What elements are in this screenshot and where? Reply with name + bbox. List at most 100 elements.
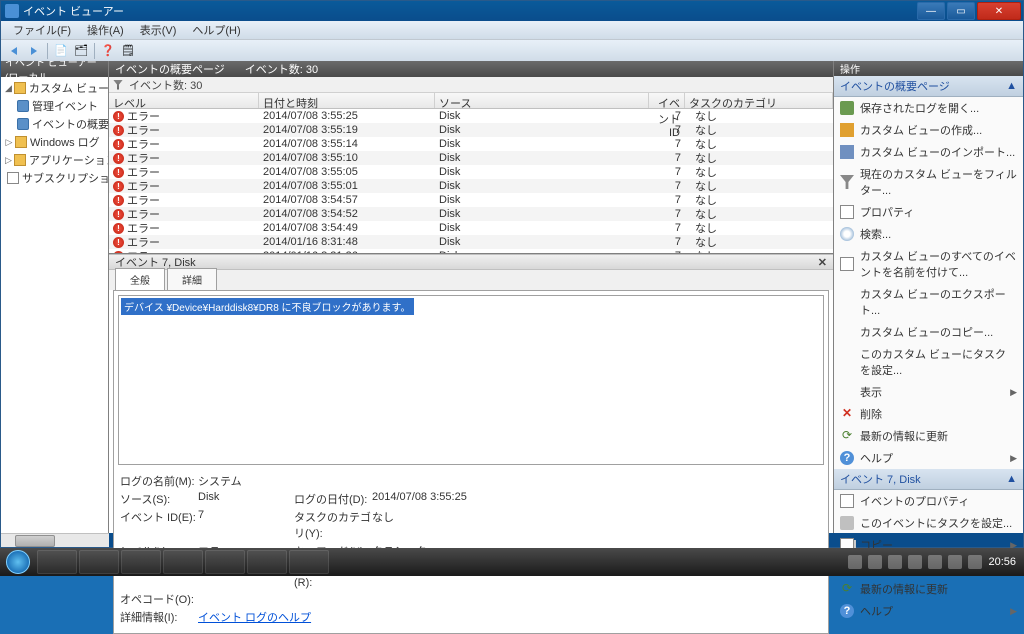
clock[interactable]: 20:56 bbox=[988, 556, 1016, 568]
menu-view[interactable]: 表示(V) bbox=[132, 20, 185, 40]
menu-help[interactable]: ヘルプ(H) bbox=[184, 20, 248, 40]
table-row[interactable]: !エラー2014/01/16 8:31:36Disk7なし bbox=[109, 249, 833, 253]
filter-icon bbox=[17, 118, 29, 130]
col-source[interactable]: ソース bbox=[435, 93, 649, 108]
arrow-right-icon bbox=[31, 47, 37, 55]
folder-icon bbox=[14, 82, 26, 94]
list-body[interactable]: !エラー2014/07/08 3:55:25Disk7なし!エラー2014/07… bbox=[109, 109, 833, 253]
tab-general[interactable]: 全般 bbox=[115, 268, 165, 291]
action-item[interactable]: 保存されたログを開く... bbox=[834, 97, 1023, 119]
main-panel: イベントの概要ページ イベント数: 30 イベント数: 30 レベル 日付と時刻… bbox=[109, 61, 833, 533]
action-item[interactable]: イベントのプロパティ bbox=[834, 490, 1023, 512]
action-item[interactable]: ⟳最新の情報に更新 bbox=[834, 425, 1023, 447]
system-tray[interactable]: 20:56 bbox=[848, 555, 1024, 569]
tree-admin-events[interactable]: 管理イベント bbox=[3, 97, 106, 115]
taskbar-item[interactable] bbox=[163, 550, 203, 574]
action-icon: ⟳ bbox=[840, 429, 854, 443]
action-item[interactable]: 検索... bbox=[834, 223, 1023, 245]
menu-action[interactable]: 操作(A) bbox=[79, 20, 132, 40]
action-item[interactable]: ?ヘルプ▶ bbox=[834, 447, 1023, 469]
minimize-button[interactable]: — bbox=[917, 2, 945, 20]
divider bbox=[47, 43, 48, 59]
col-id[interactable]: イベント ID bbox=[649, 93, 685, 108]
detail-close-button[interactable]: ✕ bbox=[818, 256, 827, 269]
taskbar-item[interactable] bbox=[121, 550, 161, 574]
action-item[interactable]: カスタム ビューの作成... bbox=[834, 119, 1023, 141]
action-item[interactable]: このイベントにタスクを設定... bbox=[834, 512, 1023, 534]
action-icon bbox=[840, 494, 854, 508]
filter-row[interactable]: イベント数: 30 bbox=[109, 77, 833, 93]
taskbar-item[interactable] bbox=[79, 550, 119, 574]
tray-icon[interactable] bbox=[908, 555, 922, 569]
action-item[interactable]: プロパティ bbox=[834, 201, 1023, 223]
actions-section-1[interactable]: イベントの概要ページ▲ bbox=[834, 76, 1023, 97]
windows-orb-icon bbox=[6, 550, 30, 574]
tree-custom-views[interactable]: ◢カスタム ビュー bbox=[3, 79, 106, 97]
tab-detail[interactable]: 詳細 bbox=[167, 268, 217, 290]
action-item[interactable]: このカスタム ビューにタスクを設定... bbox=[834, 343, 1023, 381]
tray-icon[interactable] bbox=[868, 555, 882, 569]
actions-section-2[interactable]: イベント 7, Disk▲ bbox=[834, 469, 1023, 490]
tool-1[interactable]: 📄 bbox=[52, 42, 70, 60]
start-button[interactable] bbox=[0, 548, 36, 576]
page-icon bbox=[7, 172, 19, 184]
tree-subscriptions[interactable]: サブスクリプション bbox=[3, 169, 106, 187]
menubar: ファイル(F) 操作(A) 表示(V) ヘルプ(H) bbox=[1, 21, 1023, 39]
action-item[interactable]: 表示▶ bbox=[834, 381, 1023, 403]
message-text: デバイス ¥Device¥Harddisk8¥DR8 に不良ブロックがあります。 bbox=[121, 298, 414, 315]
tree-summary-page[interactable]: イベントの概要ページ bbox=[3, 115, 106, 133]
action-icon: ? bbox=[840, 451, 854, 465]
tray-icon[interactable] bbox=[948, 555, 962, 569]
action-item[interactable]: カスタム ビューのインポート... bbox=[834, 141, 1023, 163]
action-item[interactable]: カスタム ビューのすべてのイベントを名前を付けて... bbox=[834, 245, 1023, 283]
scroll-thumb[interactable] bbox=[15, 535, 55, 547]
action-item[interactable]: ⟳最新の情報に更新 bbox=[834, 578, 1023, 600]
tool-2[interactable]: 🗂 bbox=[72, 42, 90, 60]
taskbar-item[interactable] bbox=[289, 550, 329, 574]
tool-3[interactable]: ❓ bbox=[99, 42, 117, 60]
menu-file[interactable]: ファイル(F) bbox=[5, 20, 79, 40]
action-item[interactable]: ?ヘルプ▶ bbox=[834, 600, 1023, 622]
action-item[interactable]: ✕削除 bbox=[834, 403, 1023, 425]
action-icon bbox=[840, 101, 854, 115]
folder-icon bbox=[14, 154, 26, 166]
tool-4[interactable]: 🗒 bbox=[119, 42, 137, 60]
filter-icon bbox=[17, 100, 29, 112]
event-list: イベント数: 30 レベル 日付と時刻 ソース イベント ID タスクのカテゴリ… bbox=[109, 77, 833, 254]
tree-windows-logs[interactable]: ▷Windows ログ bbox=[3, 133, 106, 151]
taskbar-item[interactable] bbox=[247, 550, 287, 574]
tray-icon[interactable] bbox=[848, 555, 862, 569]
back-button[interactable] bbox=[5, 42, 23, 60]
app-window: イベント ビューアー — ▭ ✕ ファイル(F) 操作(A) 表示(V) ヘルプ… bbox=[0, 0, 1024, 548]
forward-button[interactable] bbox=[25, 42, 43, 60]
maximize-button[interactable]: ▭ bbox=[947, 2, 975, 20]
action-icon bbox=[840, 325, 854, 339]
action-icon bbox=[840, 257, 854, 271]
tree-app-services[interactable]: ▷アプリケーションとサービ bbox=[3, 151, 106, 169]
tray-icon[interactable] bbox=[928, 555, 942, 569]
action-item[interactable]: 現在のカスタム ビューをフィルター... bbox=[834, 163, 1023, 201]
taskbar[interactable]: 20:56 bbox=[0, 548, 1024, 576]
titlebar[interactable]: イベント ビューアー — ▭ ✕ bbox=[1, 1, 1023, 21]
action-icon: ? bbox=[840, 604, 854, 618]
error-icon: ! bbox=[113, 251, 124, 254]
message-box[interactable]: デバイス ¥Device¥Harddisk8¥DR8 に不良ブロックがあります。 bbox=[118, 295, 824, 465]
col-level[interactable]: レベル bbox=[109, 93, 259, 108]
event-log-help-link[interactable]: イベント ログのヘルプ bbox=[198, 609, 311, 625]
col-date[interactable]: 日付と時刻 bbox=[259, 93, 435, 108]
action-item[interactable]: カスタム ビューのエクスポート... bbox=[834, 283, 1023, 321]
tree-hscroll[interactable] bbox=[1, 533, 109, 547]
tray-icon[interactable] bbox=[888, 555, 902, 569]
action-icon bbox=[840, 123, 854, 137]
taskbar-item[interactable] bbox=[37, 550, 77, 574]
taskbar-item[interactable] bbox=[205, 550, 245, 574]
action-icon bbox=[840, 355, 854, 369]
action-item[interactable]: カスタム ビューのコピー... bbox=[834, 321, 1023, 343]
app-icon bbox=[5, 4, 19, 18]
col-cat[interactable]: タスクのカテゴリ bbox=[685, 93, 833, 108]
divider bbox=[94, 43, 95, 59]
close-button[interactable]: ✕ bbox=[977, 2, 1021, 20]
tray-icon[interactable] bbox=[968, 555, 982, 569]
main-header: イベントの概要ページ イベント数: 30 bbox=[109, 61, 833, 77]
window-title: イベント ビューアー bbox=[23, 3, 124, 19]
